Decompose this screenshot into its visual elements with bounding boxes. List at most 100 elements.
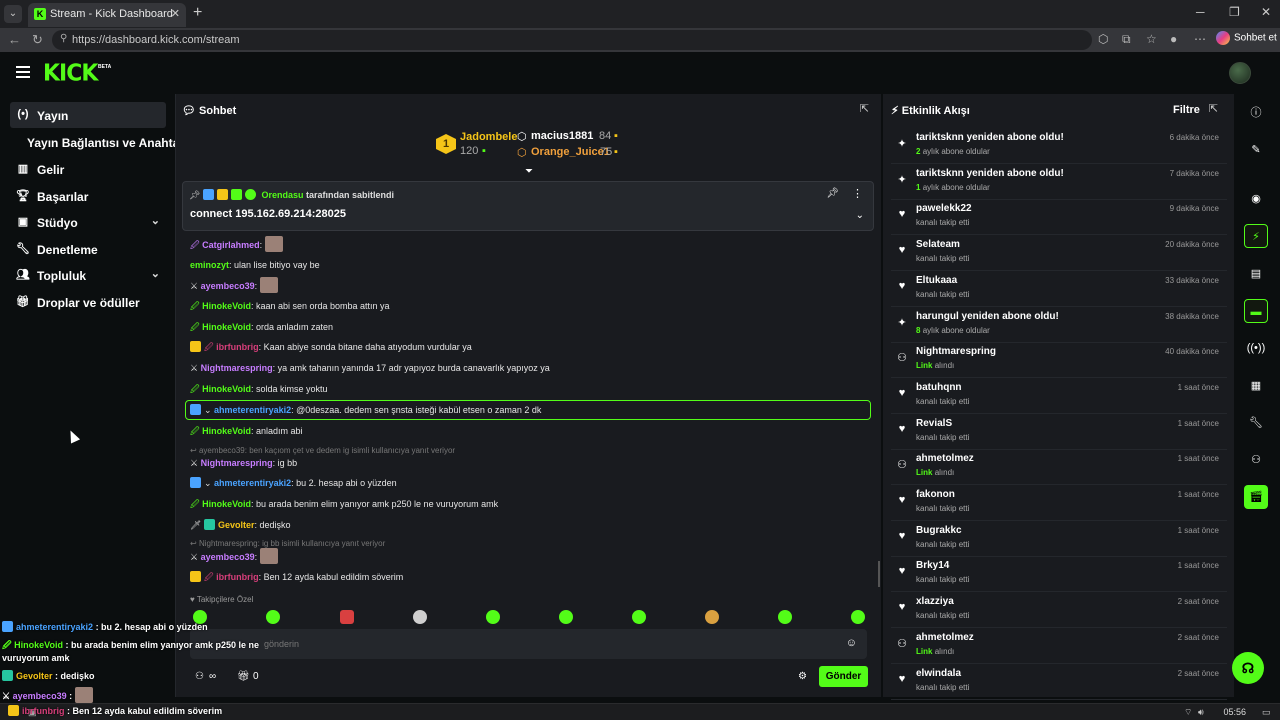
pinned-message[interactable]: 📌︎ Orendasu tarafından sabitlendi connec…: [182, 181, 874, 231]
filter-button[interactable]: Filtre: [1173, 104, 1200, 116]
reply-context[interactable]: ↩ ayembeco39: ben kaçıom çet ve dedem ig…: [190, 446, 455, 455]
chat-username[interactable]: HinokeVoid: [202, 499, 251, 509]
clock[interactable]: 05:56: [1223, 707, 1246, 717]
activity-item[interactable]: ⚇ ahmetolmez Link alındı 1 saat önce: [891, 451, 1227, 486]
activity-item[interactable]: ♥ batuhqnn kanalı takip etti 1 saat önce: [891, 380, 1227, 414]
info-icon[interactable]: ⓘ: [1244, 101, 1268, 125]
emoji-icon[interactable]: ☺: [846, 637, 857, 649]
chat-username[interactable]: ayembeco39: [201, 552, 255, 562]
activity-item[interactable]: ♥ pawelekk22 kanalı takip etti 9 dakika ön…: [891, 201, 1227, 236]
sidebar-item-yayin[interactable]: (•) Yayın: [10, 102, 166, 128]
chat-message[interactable]: 🖉 ibrfunbrig: Kaan abiye sonda bitane da…: [190, 339, 472, 355]
chat-message[interactable]: 🗡 Gevolter: dedişko: [190, 517, 291, 533]
unpin-icon[interactable]: 📌︎: [826, 188, 839, 199]
chat-message[interactable]: 🖉 HinokeVoid: bu arada benim elim yanıyo…: [190, 496, 498, 512]
sidebar-item-denetleme[interactable]: 🔧︎ Denetleme: [10, 236, 166, 262]
site-info-icon[interactable]: ⚲: [60, 33, 67, 44]
chat-message[interactable]: eminozyt: ulan lise bitiyo vay be: [190, 257, 320, 273]
chat-username[interactable]: HinokeVoid: [202, 426, 251, 436]
url-field[interactable]: ⚲ https://dashboard.kick.com/stream: [52, 30, 1092, 50]
chat-message[interactable]: 🖉 ibrfunbrig: Ben 12 ayda kabul edildim …: [190, 569, 403, 585]
activity-item[interactable]: ⚇ Nightmarespring Link alındı 40 dakika önc…: [891, 344, 1227, 379]
activity-item[interactable]: ♥ Selateam kanalı takip etti 20 dakika önc…: [891, 237, 1227, 272]
activity-item[interactable]: ♥ RevialS kanalı takip etti 1 saat önce: [891, 416, 1227, 450]
sidebar-item-gelir[interactable]: ▥ Gelir: [10, 156, 166, 182]
user-avatar[interactable]: [1229, 62, 1251, 84]
activity-item[interactable]: ♥ Eltukaaa kanalı takip etti 33 dakika önc…: [891, 273, 1227, 307]
chat-username[interactable]: Nightmarespring: [201, 458, 273, 468]
points-icon[interactable]: ⚇: [1244, 448, 1268, 472]
gift-box-icon[interactable]: 🎁︎: [237, 671, 250, 682]
split-screen-icon[interactable]: ⧉: [1122, 32, 1131, 47]
chat-username[interactable]: ibrfunbrig: [216, 342, 259, 352]
chat-username[interactable]: ahmeterentiryaki2: [214, 478, 291, 488]
leaderboard-name[interactable]: macius1881: [531, 130, 593, 142]
sidebar-item-stream-key[interactable]: Yayın Bağlantısı ve Anahtarı: [10, 129, 187, 155]
back-icon[interactable]: ←: [8, 32, 21, 47]
volume-icon[interactable]: 🔊︎: [1198, 707, 1204, 718]
chat-icon[interactable]: ▬: [1244, 299, 1268, 323]
chat-message[interactable]: ⚔ ayembeco39:: [190, 548, 278, 564]
chat-message[interactable]: 🖉 HinokeVoid: orda anladım zaten: [190, 319, 333, 335]
network-icon[interactable]: ⌔: [1184, 707, 1192, 718]
profile-icon[interactable]: ●: [1170, 32, 1177, 46]
leaderboard-name[interactable]: Orange_Juice1: [531, 146, 610, 158]
sidebar-item-basarilar[interactable]: 🏆︎ Başarılar: [10, 183, 166, 209]
notes-icon[interactable]: ▤: [1244, 262, 1268, 286]
activity-item[interactable]: ✦ harungul yeniden abone oldu! 8 aylık abo…: [891, 309, 1227, 343]
chat-username[interactable]: eminozyt: [190, 260, 229, 270]
more-options-icon[interactable]: ⋮: [852, 187, 863, 200]
emote-icon[interactable]: [413, 610, 427, 624]
notifications-icon[interactable]: ▭: [1262, 707, 1271, 718]
sidebar-item-droplar[interactable]: 🎁︎ Droplar ve ödüller: [10, 289, 166, 315]
copilot-button[interactable]: Sohbet et: [1216, 31, 1277, 45]
chat-username[interactable]: Gevolter: [218, 520, 255, 530]
emote-icon[interactable]: [486, 610, 500, 624]
chat-username[interactable]: ayembeco39: [201, 281, 255, 291]
more-icon[interactable]: ⋯: [1194, 32, 1206, 46]
camera-icon[interactable]: ◉: [1244, 187, 1268, 211]
reply-context[interactable]: ↩ Nightmarespring: ig bb isimli kullanıc…: [190, 539, 385, 548]
chat-username[interactable]: ibrfunbrig: [216, 572, 259, 582]
activity-item[interactable]: ♥ Bugrakkc kanalı takip etti 1 saat önce: [891, 523, 1227, 557]
extensions-icon[interactable]: ⬡: [1098, 32, 1108, 46]
collapse-leaderboard-icon[interactable]: ⏷: [525, 166, 533, 177]
clapperboard-icon[interactable]: 🎬︎: [1244, 485, 1268, 509]
activity-item[interactable]: ✦ tariktsknn yeniden abone oldu! 1 aylık a…: [891, 166, 1227, 200]
settings-gear-icon[interactable]: ⚙: [798, 671, 807, 682]
popout-icon[interactable]: ⇱: [860, 102, 869, 115]
chat-input[interactable]: gönderin ☺: [190, 629, 867, 659]
chat-username[interactable]: Nightmarespring: [201, 363, 273, 373]
wrench-icon[interactable]: 🔧︎: [1244, 411, 1268, 435]
new-tab-button[interactable]: +: [193, 4, 202, 22]
chat-username[interactable]: HinokeVoid: [202, 322, 251, 332]
reload-icon[interactable]: ↻: [32, 32, 43, 48]
chat-message[interactable]: 🖉 HinokeVoid: solda kimse yoktu: [190, 381, 328, 397]
emote-icon[interactable]: [632, 610, 646, 624]
browser-tab[interactable]: K Stream - Kick Dashboard ✕: [28, 3, 186, 27]
tab-close-icon[interactable]: ✕: [171, 7, 180, 20]
chat-username[interactable]: HinokeVoid: [202, 384, 251, 394]
activity-item[interactable]: ♥ Brky14 kanalı takip etti 1 saat önce: [891, 558, 1227, 593]
chat-scrollbar[interactable]: [878, 561, 880, 587]
emote-icon[interactable]: [851, 610, 865, 624]
sidebar-item-studyo[interactable]: ▣ Stüdyo ⌄: [10, 209, 166, 235]
broadcast-icon[interactable]: ((•)): [1244, 336, 1268, 360]
chat-message[interactable]: 🖉 Catgirlahmed:: [190, 236, 283, 252]
activity-item[interactable]: ⚇ ahmetolmez Link alındı 2 saat önce: [891, 630, 1227, 664]
tab-list-button[interactable]: ⌄: [4, 5, 22, 23]
chat-username[interactable]: Catgirlahmed: [202, 240, 260, 250]
emote-icon[interactable]: [705, 610, 719, 624]
chat-username[interactable]: ahmeterentiryaki2: [214, 405, 291, 415]
close-window-icon[interactable]: ✕: [1261, 5, 1271, 19]
sidebar-item-topluluk[interactable]: 👥︎ Topluluk ⌄: [10, 262, 166, 288]
favorites-icon[interactable]: ☆: [1146, 32, 1157, 46]
layout-icon[interactable]: ▦: [1244, 374, 1268, 398]
pinned-by-user[interactable]: Orendasu: [261, 190, 303, 200]
chat-message[interactable]: ⚔ Nightmarespring: ya amk tahanın yanınd…: [190, 360, 550, 376]
chat-message[interactable]: ⌄ ahmeterentiryaki2: bu 2. hesap abi o y…: [190, 475, 397, 491]
popout-icon[interactable]: ⇱: [1209, 102, 1218, 115]
support-headset-icon[interactable]: ☊: [1232, 652, 1264, 684]
emote-icon[interactable]: [266, 610, 280, 624]
chevron-down-icon[interactable]: ⌄: [856, 210, 864, 221]
